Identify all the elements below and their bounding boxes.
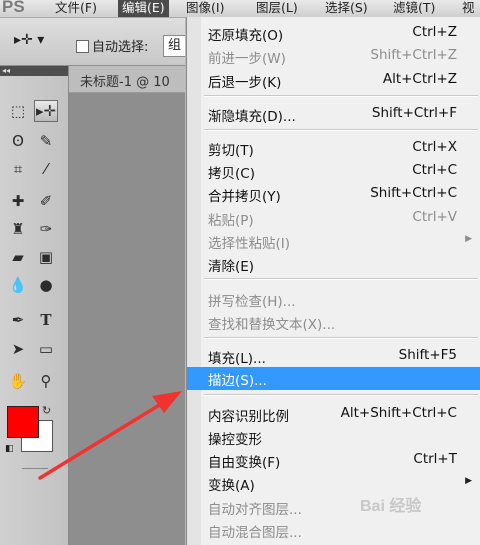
red-arrow-annotation: [38, 391, 182, 480]
baidu-watermark: Bai 经验: [360, 498, 422, 515]
